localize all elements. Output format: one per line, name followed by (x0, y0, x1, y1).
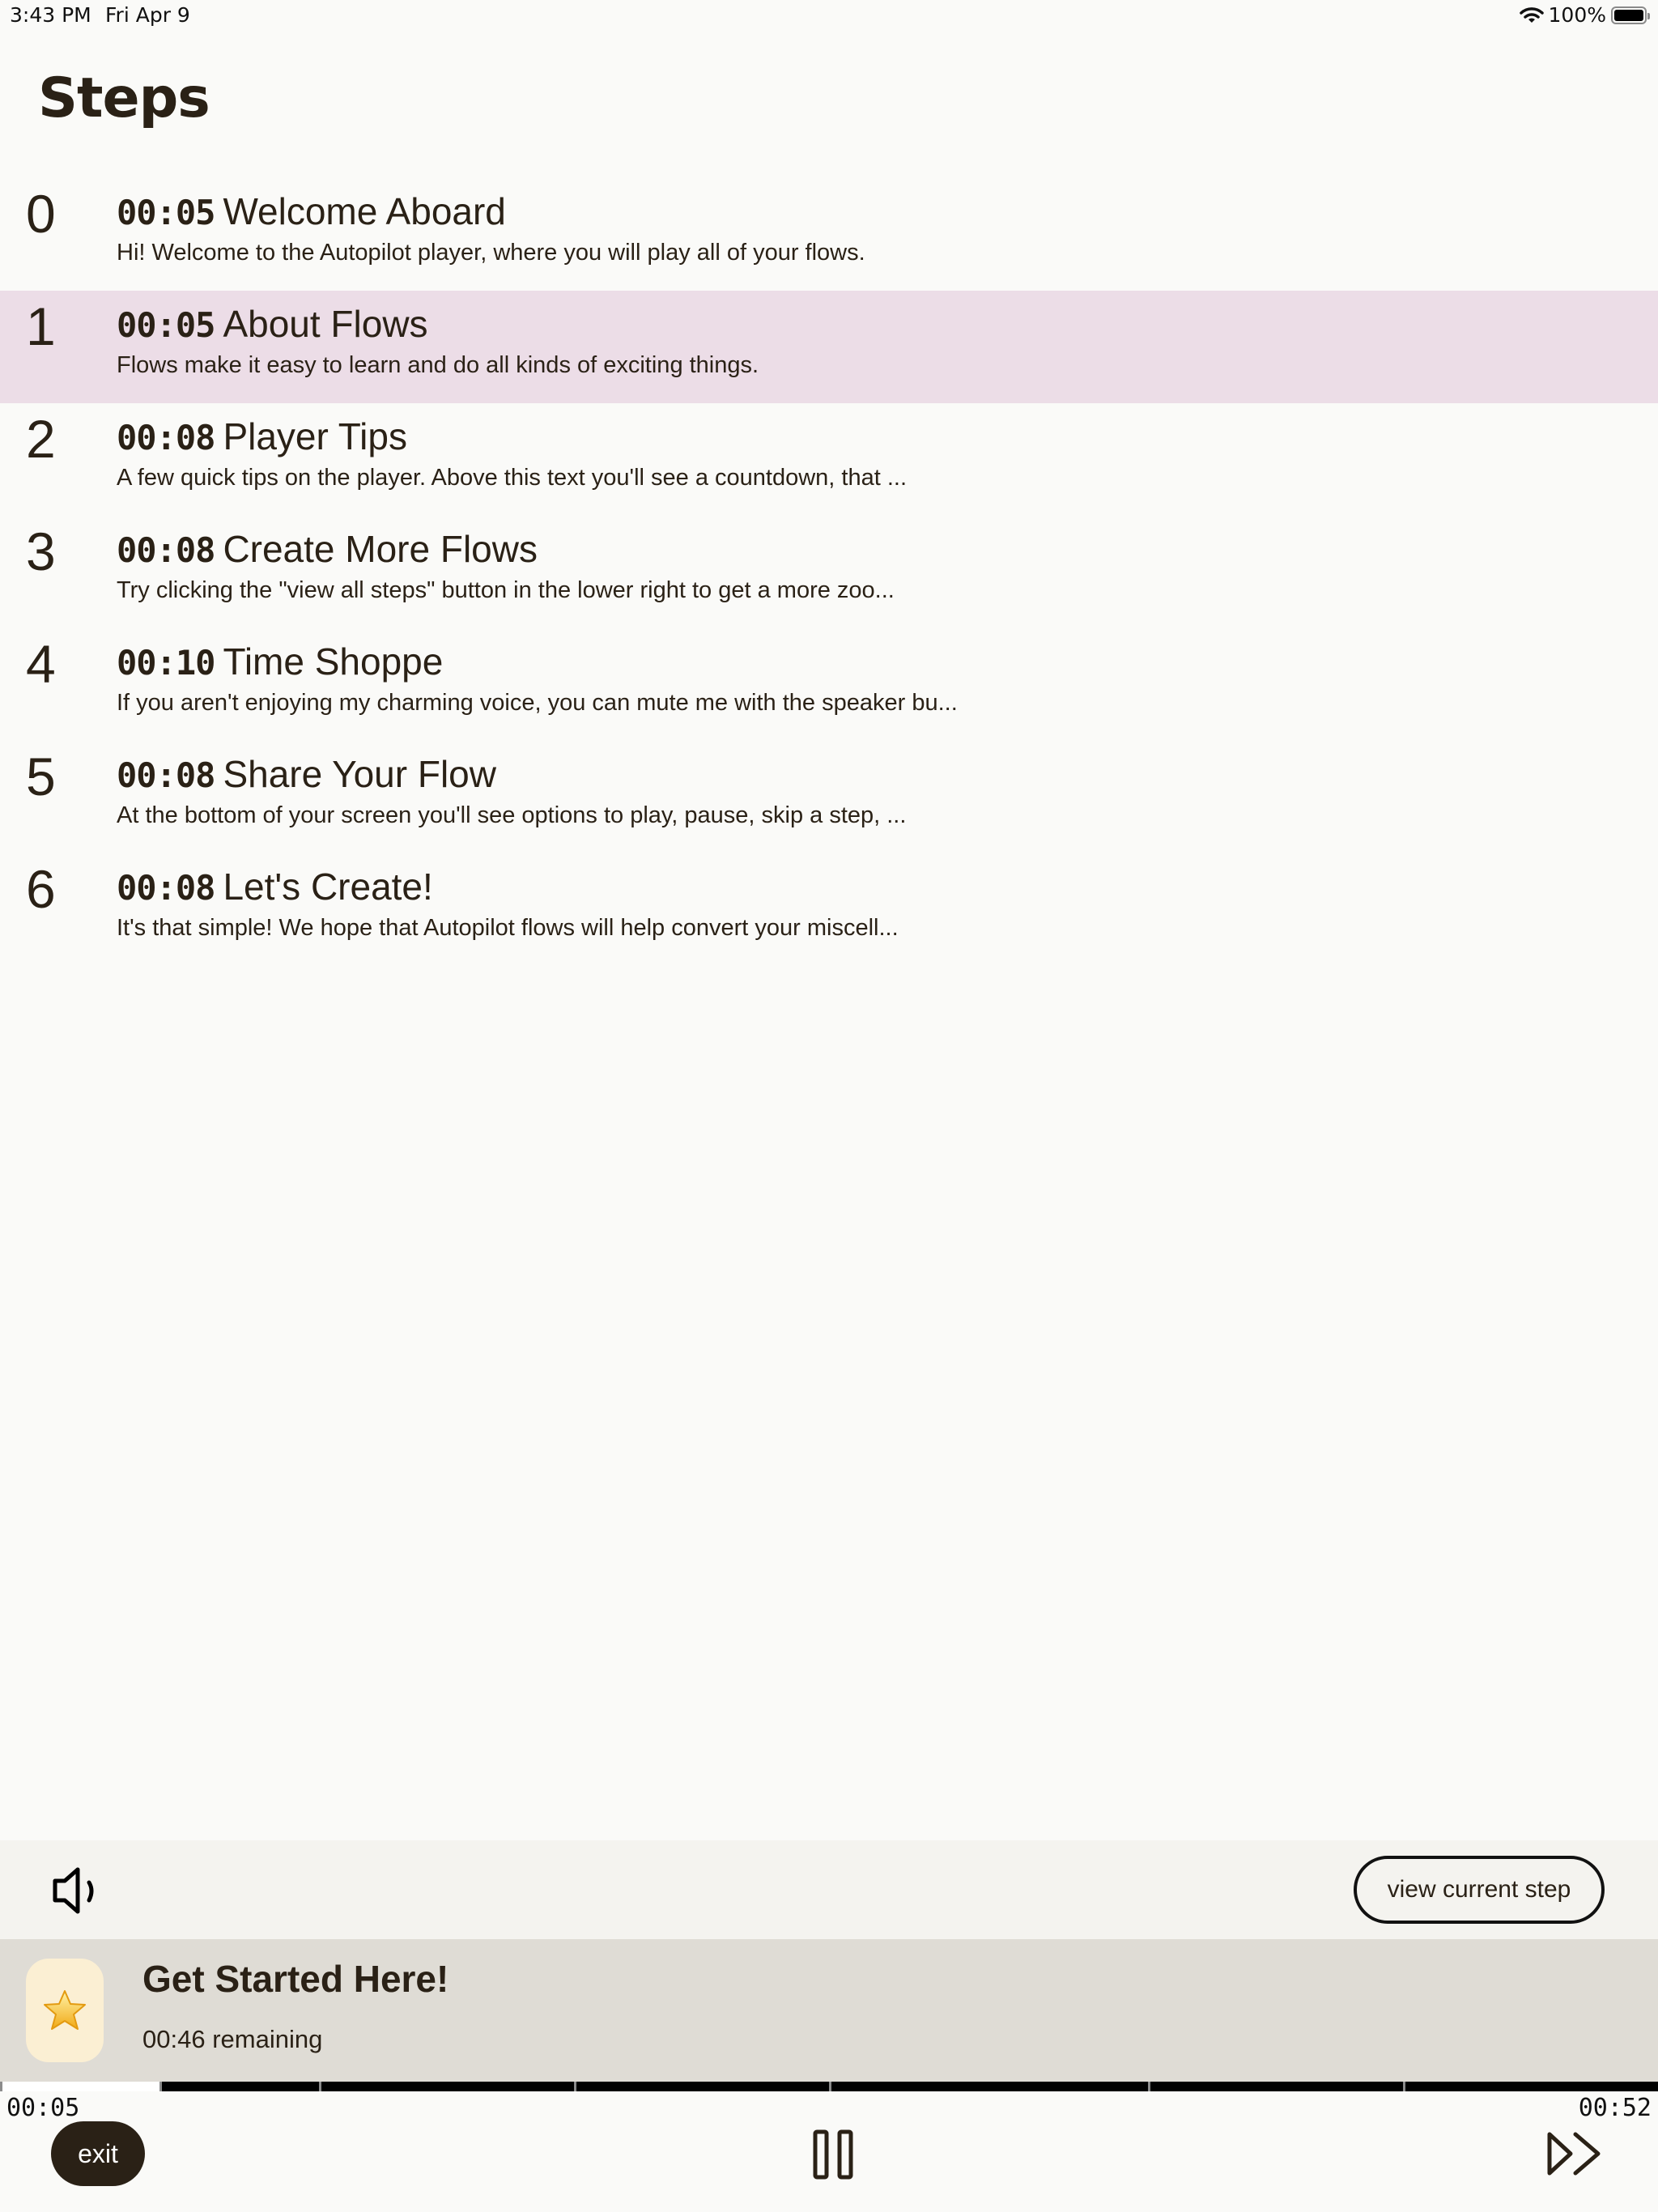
step-title: Welcome Aboard (223, 190, 506, 232)
now-playing-card: Get Started Here! 00:46 remaining (0, 1939, 1658, 2082)
progress-step-marker (1402, 2082, 1405, 2091)
step-title: Let's Create! (223, 866, 433, 908)
step-duration: 00:10 (117, 643, 215, 683)
step-row-5[interactable]: 5 00:08 Share Your Flow At the bottom of … (0, 741, 1658, 853)
status-time: 3:43 PM (10, 3, 91, 27)
progress-bar[interactable] (0, 2082, 1658, 2091)
step-list: 0 00:05 Welcome Aboard Hi! Welcome to the… (0, 178, 1658, 966)
step-index: 1 (26, 296, 56, 356)
step-heading: 00:10 Time Shoppe (117, 640, 443, 683)
step-row-6[interactable]: 6 00:08 Let's Create! It's that simple! W… (0, 853, 1658, 966)
progress-step-marker (573, 2082, 576, 2091)
step-duration: 00:05 (117, 305, 215, 345)
step-row-1[interactable]: 1 00:05 About Flows Flows make it easy to… (0, 291, 1658, 403)
progress-played (0, 2082, 159, 2091)
step-duration: 00:08 (117, 418, 215, 457)
step-title: About Flows (223, 303, 428, 345)
wifi-icon (1519, 6, 1544, 23)
step-title: Share Your Flow (223, 753, 496, 795)
step-description: A few quick tips on the player. Above th… (117, 465, 908, 491)
progress-step-marker (318, 2082, 321, 2091)
speaker-icon[interactable] (50, 1865, 107, 1916)
elapsed-time: 00:05 (6, 2094, 80, 2122)
progress-step-marker (0, 2082, 2, 2091)
step-duration: 00:08 (117, 868, 215, 908)
progress-step-marker (1147, 2082, 1150, 2091)
step-description: At the bottom of your screen you'll see … (117, 802, 907, 828)
step-heading: 00:08 Let's Create! (117, 865, 433, 908)
step-row-4[interactable]: 4 00:10 Time Shoppe If you aren't enjoyin… (0, 628, 1658, 741)
step-index: 3 (26, 521, 56, 581)
step-title: Create More Flows (223, 528, 538, 570)
step-description: Hi! Welcome to the Autopilot player, whe… (117, 240, 865, 266)
time-remaining: 00:46 remaining (142, 2025, 323, 2053)
step-description: Try clicking the "view all steps" button… (117, 577, 895, 603)
step-title: Time Shoppe (223, 640, 444, 683)
pause-icon[interactable] (813, 2129, 853, 2180)
step-row-0[interactable]: 0 00:05 Welcome Aboard Hi! Welcome to the… (0, 178, 1658, 291)
total-time: 00:52 (1578, 2094, 1652, 2122)
step-index: 4 (26, 634, 56, 694)
exit-button[interactable]: exit (51, 2121, 145, 2186)
step-duration: 00:05 (117, 193, 215, 232)
step-index: 0 (26, 184, 56, 244)
step-heading: 00:08 Player Tips (117, 415, 407, 458)
step-index: 6 (26, 859, 56, 919)
status-indicators: 100% (1519, 3, 1650, 27)
progress-step-marker (159, 2082, 162, 2091)
page-title: Steps (38, 66, 210, 130)
step-index: 2 (26, 409, 56, 469)
view-current-step-button[interactable]: view current step (1354, 1856, 1605, 1924)
step-heading: 00:08 Share Your Flow (117, 752, 496, 796)
skip-forward-icon[interactable] (1546, 2131, 1605, 2176)
step-title: Player Tips (223, 415, 407, 457)
battery-percent: 100% (1548, 3, 1606, 27)
step-row-2[interactable]: 2 00:08 Player Tips A few quick tips on t… (0, 403, 1658, 516)
step-description: It's that simple! We hope that Autopilot… (117, 915, 899, 941)
step-duration: 00:08 (117, 530, 215, 570)
flow-title: Get Started Here! (142, 1958, 449, 2000)
star-icon (44, 1990, 86, 2030)
step-heading: 00:05 About Flows (117, 302, 428, 346)
status-bar: 3:43 PM Fri Apr 9 100% (0, 0, 1658, 32)
control-strip: view current step (0, 1840, 1658, 1939)
step-duration: 00:08 (117, 755, 215, 795)
flow-icon-tile (26, 1959, 104, 2062)
battery-icon (1611, 6, 1650, 24)
step-heading: 00:08 Create More Flows (117, 527, 538, 571)
step-index: 5 (26, 747, 56, 806)
step-description: Flows make it easy to learn and do all k… (117, 352, 759, 378)
progress-step-marker (829, 2082, 831, 2091)
step-heading: 00:05 Welcome Aboard (117, 189, 506, 233)
status-date: Fri Apr 9 (105, 3, 190, 27)
step-description: If you aren't enjoying my charming voice… (117, 690, 958, 716)
step-row-3[interactable]: 3 00:08 Create More Flows Try clicking th… (0, 516, 1658, 628)
